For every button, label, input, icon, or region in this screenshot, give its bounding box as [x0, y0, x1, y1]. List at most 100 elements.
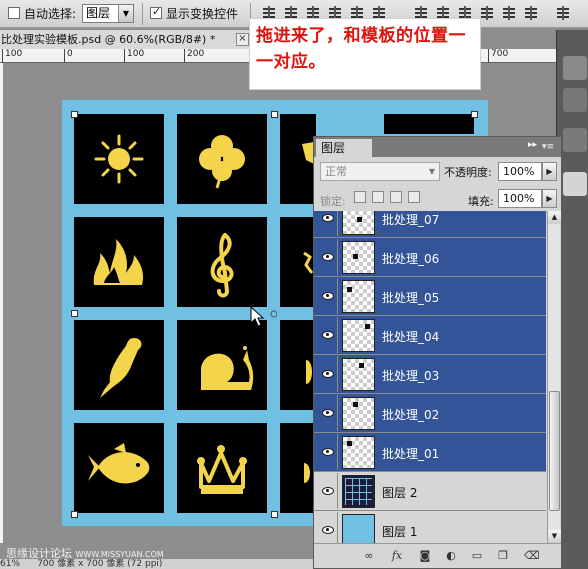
- eye-icon[interactable]: [316, 473, 338, 509]
- layer-row[interactable]: 批处理_07: [314, 211, 546, 238]
- auto-select-value: 图层: [86, 6, 111, 20]
- eye-icon[interactable]: [316, 356, 338, 392]
- document-tab[interactable]: 比处理实验模板.psd @ 60.6%(RGB/8#) *: [0, 30, 250, 49]
- layer-row[interactable]: 批处理_01: [314, 433, 546, 472]
- eye-icon[interactable]: [316, 434, 338, 470]
- vertical-ruler: [0, 63, 3, 543]
- close-icon[interactable]: ×: [236, 33, 249, 46]
- new-group-icon[interactable]: ▭: [470, 549, 484, 563]
- layer-row[interactable]: 批处理_03: [314, 355, 546, 394]
- eye-icon[interactable]: [316, 211, 338, 236]
- color-panel-icon[interactable]: [563, 56, 587, 80]
- trash-icon[interactable]: ⌫: [524, 549, 540, 563]
- tile-snail: [177, 320, 267, 410]
- transform-handle[interactable]: [471, 111, 478, 118]
- distribute-right-icon[interactable]: [522, 5, 540, 22]
- layers-scrollbar[interactable]: ▲ ▼: [547, 211, 561, 543]
- layer-row[interactable]: 批处理_04: [314, 316, 546, 355]
- scroll-thumb[interactable]: [549, 391, 560, 511]
- auto-select-checkbox[interactable]: [8, 7, 20, 19]
- move-cursor-icon: [250, 305, 277, 327]
- clover-icon: [199, 135, 245, 189]
- lock-all-icon[interactable]: [408, 191, 420, 203]
- layer-name: 批处理_05: [382, 291, 440, 305]
- fish-icon: [88, 443, 150, 484]
- collapse-icon[interactable]: ▸▸: [528, 140, 537, 150]
- layers-panel-icon[interactable]: [563, 172, 587, 196]
- layer-style-icon[interactable]: fx: [390, 549, 404, 563]
- layer-name: 批处理_04: [382, 330, 440, 344]
- lock-image-icon[interactable]: [372, 191, 384, 203]
- callout-text: 拖进来了，和模板的位置一一对应。: [256, 26, 466, 72]
- eye-icon[interactable]: [316, 239, 338, 275]
- fill-slider-button[interactable]: ▶: [542, 189, 557, 208]
- layer-row[interactable]: 批处理_05: [314, 277, 546, 316]
- distribute-center-icon[interactable]: [500, 5, 518, 22]
- auto-align-icon[interactable]: [554, 5, 572, 22]
- layer-thumbnail: [342, 211, 375, 235]
- layers-footer: ∞ fx ◙ ◐ ▭ ❐ ⌫: [314, 543, 561, 568]
- transform-handle[interactable]: [71, 511, 78, 518]
- panel-menu-icon[interactable]: ▾≡: [539, 141, 557, 153]
- layer-mask-icon[interactable]: ◙: [418, 549, 432, 563]
- fill-input[interactable]: 100%: [498, 189, 542, 208]
- layer-row[interactable]: 批处理_02: [314, 394, 546, 433]
- show-transform-checkbox[interactable]: [150, 5, 162, 19]
- scroll-down-icon[interactable]: ▼: [548, 530, 561, 543]
- opacity-input[interactable]: 100%: [498, 162, 542, 181]
- layer-name: 批处理_07: [382, 213, 440, 227]
- adjustments-panel-icon[interactable]: [563, 128, 587, 152]
- transform-handle[interactable]: [271, 111, 278, 118]
- scroll-up-icon[interactable]: ▲: [548, 211, 561, 224]
- partial-icon: [304, 463, 310, 483]
- layer-thumbnail: [342, 475, 375, 508]
- layer-thumbnail: [342, 514, 375, 543]
- lock-position-icon[interactable]: [390, 191, 402, 203]
- partial-icon: [302, 142, 314, 164]
- transform-handle[interactable]: [271, 511, 278, 518]
- partial-icon: [303, 251, 314, 274]
- blend-mode-dropdown[interactable]: 正常 ▼: [320, 162, 440, 181]
- auto-select-dropdown[interactable]: 图层 ▼: [82, 4, 134, 23]
- layer-row[interactable]: 批处理_06: [314, 238, 546, 277]
- opacity-label: 不透明度:: [444, 166, 492, 179]
- tile-fish: [74, 423, 164, 513]
- opacity-slider-button[interactable]: ▶: [542, 162, 557, 181]
- chevron-down-icon: ▼: [118, 5, 133, 22]
- zoom-level[interactable]: 61%: [0, 559, 20, 569]
- tile-partial: [280, 217, 316, 307]
- tile-partial: [280, 423, 316, 513]
- layer-thumbnail: [342, 280, 375, 313]
- tile-crown: [177, 423, 267, 513]
- layer-row[interactable]: 图层 1: [314, 511, 546, 543]
- eye-icon[interactable]: [316, 317, 338, 353]
- tab-layers[interactable]: 图层: [316, 139, 372, 157]
- layer-thumbnail: [342, 358, 375, 391]
- link-layers-icon[interactable]: ∞: [362, 549, 376, 563]
- tile-partial: [280, 114, 316, 204]
- auto-select-label: 自动选择:: [24, 7, 77, 21]
- transform-handle[interactable]: [71, 310, 78, 317]
- fill-label: 填充:: [468, 195, 494, 208]
- layers-panel: 图层 ▸▸ ▾≡ 正常 ▼ 不透明度: 100% ▶ 锁定: 填充: 100% …: [313, 136, 562, 569]
- divider: [142, 3, 143, 25]
- tile-clover: [177, 114, 267, 204]
- chevron-down-icon: ▼: [428, 167, 436, 176]
- eye-icon[interactable]: [316, 512, 338, 543]
- layer-thumbnail: [342, 319, 375, 352]
- layer-thumbnail: [342, 397, 375, 430]
- layer-name: 批处理_01: [382, 447, 440, 461]
- layer-row[interactable]: 图层 2: [314, 472, 546, 511]
- show-transform-label: 显示变换控件: [166, 7, 239, 21]
- eye-icon[interactable]: [316, 278, 338, 314]
- transform-handle[interactable]: [71, 111, 78, 118]
- new-layer-icon[interactable]: ❐: [496, 549, 510, 563]
- panel-tab-row: 图层 ▸▸ ▾≡: [314, 137, 561, 157]
- lock-transparent-icon[interactable]: [354, 191, 366, 203]
- swatches-panel-icon[interactable]: [563, 88, 587, 112]
- layer-name: 批处理_02: [382, 408, 440, 422]
- adjustment-layer-icon[interactable]: ◐: [444, 549, 458, 563]
- ruler-tick: 200: [184, 49, 204, 63]
- eye-icon[interactable]: [316, 395, 338, 431]
- layer-name: 图层 2: [382, 486, 418, 500]
